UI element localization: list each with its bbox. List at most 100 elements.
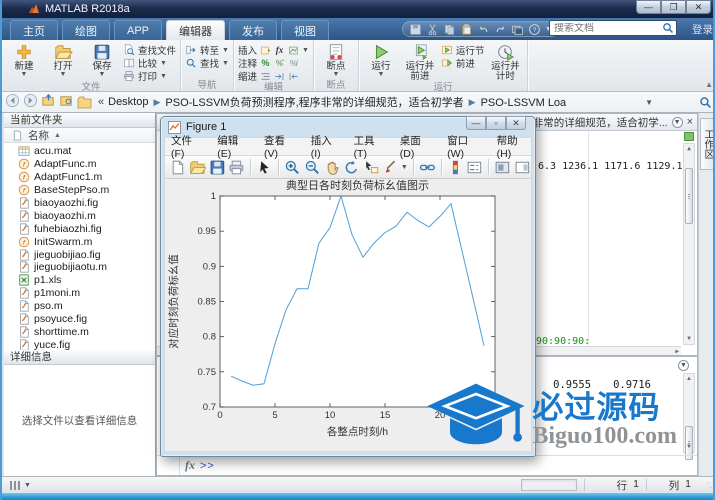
ribbon-button-断点[interactable]: 断点 ▼ [318,41,354,80]
address-dropdown-icon[interactable]: ▼ [645,98,653,107]
file-row-biaoyaozhi.fig[interactable]: biaoyaozhi.fig [4,197,155,210]
ribbon-item-比较[interactable]: 比较 ▼ [123,57,176,70]
editor-vscrollbar[interactable]: ▲ ▼ [683,143,695,345]
command-vscrollbar[interactable]: ▲ ▼ [683,373,695,460]
command-window-collapse-icon[interactable]: ▼ [678,360,689,371]
zoom-out-icon[interactable] [304,159,321,176]
comment-del-icon[interactable]: %̸ [288,58,299,69]
link-plots-icon[interactable] [419,159,436,176]
login-link[interactable]: 登录 [692,22,713,37]
figure-maximize-button[interactable]: ▫ [486,116,506,130]
save-icon[interactable] [209,159,226,176]
file-row-p1.xls[interactable]: p1.xls [4,274,155,287]
file-row-shorttime.m[interactable]: shorttime.m [4,325,155,338]
ribbon-item-查找文件[interactable]: 查找文件 [123,44,176,57]
ribbon-item-运行节[interactable]: 运行节 [441,44,484,57]
rotate3d-icon[interactable] [343,159,360,176]
figure-menu-插入(I)[interactable]: 插入(I) [311,133,341,160]
close-button[interactable]: ✕ [686,0,711,14]
ribbon-item-插入[interactable]: 插入 fx ▼ [238,44,309,57]
ribbon-item-注释[interactable]: 注释% %̂ %̸ [238,57,309,70]
file-row-BaseStepPso.m[interactable]: f BaseStepPso.m [4,184,155,197]
file-row-psoyuce.fig[interactable]: psoyuce.fig [4,313,155,326]
ribbon-collapse-icon[interactable]: ▲ [705,80,713,89]
scroll-down-icon[interactable]: ▼ [684,442,694,452]
maximize-button[interactable]: ❐ [661,0,686,14]
figure-menu-帮助(H)[interactable]: 帮助(H) [497,133,531,160]
file-row-acu.mat[interactable]: acu.mat [4,145,155,158]
figure-menu-查看(V)[interactable]: 查看(V) [264,133,298,160]
ribbon-tab-绘图[interactable]: 绘图 [62,20,110,40]
ribbon-item-前进[interactable]: 前进 [441,57,485,70]
hide-plottools-icon[interactable] [494,159,511,176]
ribbon-tab-发布[interactable]: 发布 [229,20,278,40]
breadcrumb-item[interactable]: Desktop [108,96,148,108]
ribbon-item-打印[interactable]: 打印 ▼ [123,70,176,83]
name-column-header[interactable]: 名称 ▲ [4,128,155,143]
qat-undo-icon[interactable] [477,23,490,36]
breadcrumb-item[interactable]: PSO-LSSVM负荷预测程序,程序非常的详细规范，适合初学者 [165,94,463,110]
pan-icon[interactable] [324,159,341,176]
datacursor-icon[interactable] [363,159,380,176]
file-row-p1moni.m[interactable]: p1moni.m [4,287,155,300]
comment-pct-icon[interactable]: % [260,58,271,69]
figure-menu-桌面(D)[interactable]: 桌面(D) [400,133,434,160]
ribbon-button-新建[interactable]: 新建 ▼ [6,41,42,82]
qat-save-icon[interactable] [409,23,422,36]
file-row-pso.m[interactable]: pso.m [4,300,155,313]
qat-help-icon[interactable]: ? [528,23,541,36]
ribbon-button-运行并计时[interactable]: 运行并计时 [487,41,523,82]
indent-left-icon[interactable] [288,71,299,82]
scroll-down-icon[interactable]: ▼ [684,334,694,344]
qat-redo-icon[interactable] [494,23,507,36]
ribbon-tab-视图[interactable]: 视图 [281,20,330,40]
new-doc-icon[interactable] [169,159,186,176]
forward-icon[interactable] [23,93,38,108]
breadcrumb-separator-icon[interactable]: ▶ [469,97,476,108]
minimize-button[interactable]: — [636,0,661,14]
insert-img-icon[interactable] [288,45,299,56]
figure-menu-文件(F)[interactable]: 文件(F) [171,133,204,160]
search-icon[interactable] [662,22,674,34]
editor-tab-list-icon[interactable]: ▼ [671,116,683,128]
figure-menu-工具(T)[interactable]: 工具(T) [354,133,387,160]
qat-cut-icon[interactable] [426,23,439,36]
scroll-up-icon[interactable]: ▲ [684,144,694,154]
breadcrumb-collapsed-indicator[interactable]: « [98,96,104,108]
ribbon-tab-编辑器[interactable]: 编辑器 [166,20,226,40]
figure-close-button[interactable]: ✕ [506,116,526,130]
fx-icon[interactable]: fx [274,45,285,56]
browse-folder-icon[interactable] [59,93,74,108]
zoom-in-icon[interactable] [284,159,301,176]
print-icon[interactable] [228,159,245,176]
cursor-icon[interactable] [256,159,273,176]
code-analyzer-indicator[interactable] [684,132,694,141]
legend-icon[interactable] [466,159,483,176]
ribbon-button-运行[interactable]: 运行 ▼ [363,41,399,82]
open-folder-icon[interactable] [189,159,206,176]
doc-search-input[interactable] [550,22,662,34]
indent-auto-icon[interactable] [260,71,271,82]
ribbon-item-缩进[interactable]: 缩进 [238,70,309,83]
breadcrumb-separator-icon[interactable]: ▶ [153,97,160,108]
insert-doc-icon[interactable] [260,45,271,56]
colorbar-icon[interactable] [447,159,464,176]
file-row-AdaptFunc1.m[interactable]: f AdaptFunc1.m [4,171,155,184]
file-row-jieguobijiaotu.m[interactable]: jieguobijiaotu.m [4,261,155,274]
file-row-biaoyaozhi.m[interactable]: biaoyaozhi.m [4,209,155,222]
ribbon-tab-APP[interactable]: APP [114,20,163,40]
file-row-AdaptFunc.m[interactable]: f AdaptFunc.m [4,158,155,171]
qat-paste-icon[interactable] [460,23,473,36]
editor-tab-title[interactable]: 序非常的详细规范，适合初学... [522,115,667,130]
indent-right-icon[interactable] [274,71,285,82]
back-icon[interactable] [5,93,20,108]
ribbon-button-打开[interactable]: 打开 ▼ [45,41,81,82]
address-search-icon[interactable] [699,96,712,109]
figure-title-bar[interactable]: Figure 1 — ▫ ✕ [164,116,532,137]
file-row-yuce.fig[interactable]: yuce.fig [4,338,155,350]
qat-copy-icon[interactable] [443,23,456,36]
ribbon-item-查找[interactable]: 查找 ▼ [185,57,229,70]
file-row-fuhebiaozhi.fig[interactable]: fuhebiaozhi.fig [4,222,155,235]
file-row-InitSwarm.m[interactable]: f InitSwarm.m [4,235,155,248]
statusbar-toggle-button[interactable]: ▼ [10,480,31,490]
